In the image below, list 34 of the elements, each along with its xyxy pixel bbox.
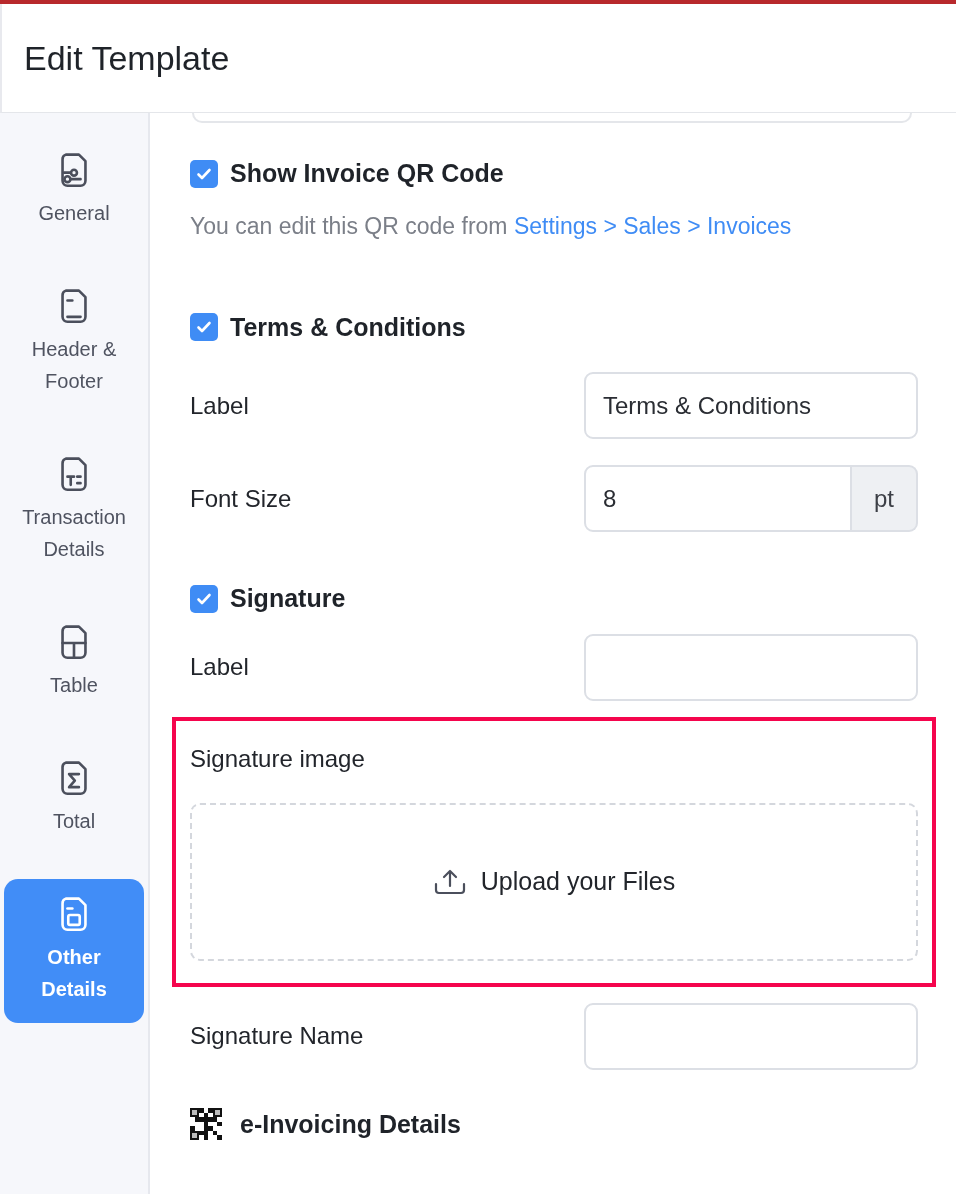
checkbox[interactable] [190,313,218,342]
sidebar-item[interactable]: Table [4,607,144,719]
document-icon [59,289,89,325]
field-label: Label [190,652,249,682]
field-label: Font Size [190,483,292,514]
section-title: Show Invoice QR Code [230,158,504,189]
qr-note: You can edit this QR code from Settings > Sales > Invoices [190,211,793,241]
checkbox[interactable] [190,584,218,613]
section-title: Terms & Conditions [230,311,466,343]
section-title: e-Invoicing Details [240,1108,461,1140]
field-label: Signature Name [190,1021,364,1051]
qr-code-icon [190,1108,222,1141]
checkbox[interactable] [190,159,218,188]
sidebar-item[interactable]: General [4,135,144,247]
font-size-field[interactable]: 8 [584,465,852,532]
text-field[interactable] [584,633,918,701]
page-title: Edit Template [24,37,230,79]
section-title: Signature [230,583,346,614]
sigma-icon [59,761,89,797]
text-field[interactable] [584,1002,918,1070]
upload-icon [432,867,467,896]
field-label: Signature image [190,743,366,774]
sidebar-item[interactable]: Header & Footer [4,271,144,415]
text-field[interactable] [192,113,912,123]
unit-addon: pt [852,465,918,532]
sidebar-item[interactable]: Transaction Details [4,439,144,583]
upload-dropzone[interactable]: Upload your Files [190,802,918,961]
text-field[interactable]: Terms & Conditions [584,372,918,439]
sidebar-item[interactable]: Total [4,743,144,855]
sliders-doc-icon [59,153,89,189]
document-icon [59,897,89,933]
table-icon [59,625,89,661]
field-label: Label [190,390,249,421]
text-doc-icon [59,457,89,493]
